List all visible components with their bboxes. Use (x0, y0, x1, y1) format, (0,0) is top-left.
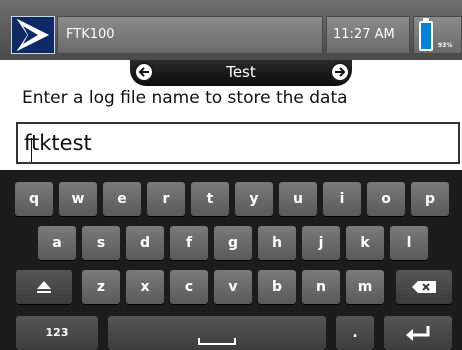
key-k[interactable]: k (346, 226, 384, 260)
battery-percent: 93% (438, 42, 453, 49)
app-name-field: FTK100 (57, 16, 323, 54)
key-t[interactable]: t (191, 182, 229, 216)
key-x[interactable]: x (126, 270, 164, 304)
screen: FTK100 11:27 AM 93% Test Enter a log fil… (0, 0, 462, 350)
key-m[interactable]: m (346, 270, 384, 304)
arrow-right-icon (335, 67, 346, 77)
backspace-key[interactable] (396, 270, 452, 304)
key-d[interactable]: d (126, 226, 164, 260)
app-name: FTK100 (66, 27, 115, 42)
key-c[interactable]: c (170, 270, 208, 304)
input-text: ftktest (24, 131, 92, 155)
key-a[interactable]: a (38, 226, 76, 260)
log-file-name-input[interactable]: ftktest (16, 122, 460, 164)
space-icon (198, 338, 236, 345)
home-logo-icon[interactable] (11, 16, 55, 54)
key-y[interactable]: y (235, 182, 273, 216)
on-screen-keyboard: q w e r t y u i o p a s d f g h j k l z … (0, 170, 462, 350)
status-bar: FTK100 11:27 AM 93% (0, 0, 462, 60)
shift-icon (37, 281, 51, 293)
period-key[interactable]: . (336, 316, 374, 350)
prompt-text: Enter a log file name to store the data (22, 88, 348, 108)
shift-key[interactable] (16, 270, 72, 304)
enter-icon (406, 326, 430, 341)
key-i[interactable]: i (323, 182, 361, 216)
battery-indicator: 93% (413, 16, 462, 54)
page-title: Test (226, 63, 256, 81)
key-v[interactable]: v (214, 270, 252, 304)
space-key[interactable] (108, 316, 326, 350)
key-j[interactable]: j (302, 226, 340, 260)
key-e[interactable]: e (103, 182, 141, 216)
key-h[interactable]: h (258, 226, 296, 260)
clock-field: 11:27 AM (326, 16, 410, 54)
arrow-left-icon (138, 67, 149, 77)
key-z[interactable]: z (82, 270, 120, 304)
text-caret (31, 138, 32, 162)
key-o[interactable]: o (367, 182, 405, 216)
key-q[interactable]: q (15, 182, 53, 216)
key-b[interactable]: b (258, 270, 296, 304)
key-w[interactable]: w (59, 182, 97, 216)
key-n[interactable]: n (302, 270, 340, 304)
key-r[interactable]: r (147, 182, 185, 216)
key-u[interactable]: u (279, 182, 317, 216)
battery-icon (419, 21, 433, 51)
log-file-name-value: ftktest (24, 131, 92, 162)
key-g[interactable]: g (214, 226, 252, 260)
backspace-icon (412, 281, 436, 293)
key-p[interactable]: p (411, 182, 449, 216)
previous-button[interactable] (134, 62, 154, 82)
enter-key[interactable] (384, 316, 452, 350)
numbers-key[interactable]: 123 (16, 316, 98, 350)
key-l[interactable]: l (390, 226, 428, 260)
next-button[interactable] (330, 62, 350, 82)
clock: 11:27 AM (333, 27, 395, 42)
key-s[interactable]: s (82, 226, 120, 260)
key-f[interactable]: f (170, 226, 208, 260)
